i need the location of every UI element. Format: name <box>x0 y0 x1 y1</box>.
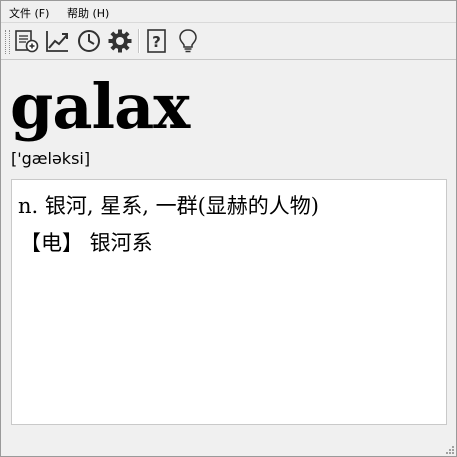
gear-icon <box>108 29 132 53</box>
toolbar-separator <box>138 29 140 53</box>
headword: galax <box>10 70 190 143</box>
menu-bar: 文件 (F) 帮助 (H) <box>1 1 456 22</box>
help-icon: ? <box>147 29 166 53</box>
definition-line: n. 银河, 星系, 一群(显赫的人物) <box>18 194 319 218</box>
clock-icon <box>78 30 100 52</box>
help-button[interactable]: ? <box>144 28 170 54</box>
menu-file[interactable]: 文件 (F) <box>9 5 49 21</box>
app-window: 文件 (F) 帮助 (H) ? galax ['gæləksi] n. 银河, … <box>0 0 457 457</box>
toolbar: ? <box>1 22 456 60</box>
phonetic-transcription: ['gæləksi] <box>11 149 91 168</box>
toolbar-grip[interactable] <box>5 30 10 54</box>
document-add-icon <box>15 30 39 53</box>
definition-line: 【电】 银河系 <box>20 231 153 255</box>
menu-help[interactable]: 帮助 (H) <box>67 5 109 21</box>
chart-trend-icon <box>46 31 68 52</box>
statistics-button[interactable] <box>44 28 70 54</box>
settings-button[interactable] <box>107 28 133 54</box>
resize-grip-icon[interactable] <box>444 444 454 454</box>
history-button[interactable] <box>76 28 102 54</box>
tips-button[interactable] <box>175 28 201 54</box>
lightbulb-icon <box>179 29 197 53</box>
status-bar <box>1 428 456 456</box>
svg-text:?: ? <box>152 33 161 51</box>
definition-panel[interactable]: n. 银河, 星系, 一群(显赫的人物) 【电】 银河系 <box>11 179 447 425</box>
new-entry-button[interactable] <box>14 28 40 54</box>
